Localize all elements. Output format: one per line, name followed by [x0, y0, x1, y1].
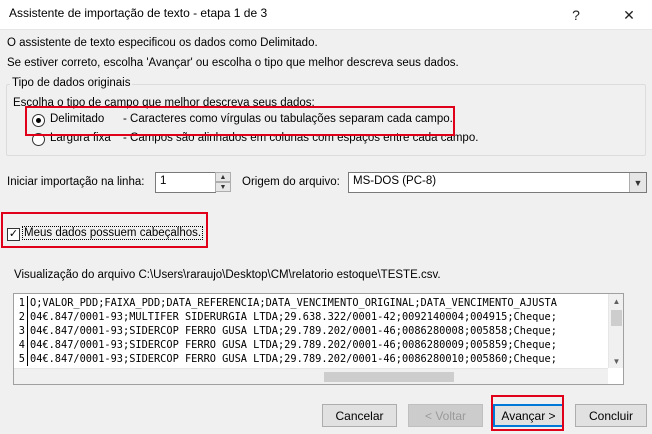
title-bar: Assistente de importação de texto - etap…: [0, 0, 652, 30]
file-preview[interactable]: 1 O;VALOR_PDD;FAIXA_PDD;DATA_REFERENCIA;…: [13, 293, 624, 385]
origin-label: Origem do arquivo:: [242, 176, 340, 188]
start-row-input[interactable]: 1: [155, 172, 216, 193]
intro-line-2: Se estiver correto, escolha 'Avançar' ou…: [7, 57, 459, 69]
group-legend: Tipo de dados originais: [10, 77, 133, 89]
preview-row-text: 04€.847/0001-93;MULTIFER SIDERURGIA LTDA…: [30, 311, 557, 323]
preview-row-number: 1: [14, 296, 28, 310]
close-button[interactable]: ✕: [606, 0, 652, 30]
chevron-down-icon: ▼: [612, 356, 621, 366]
origin-select[interactable]: MS-DOS (PC-8) ▼: [348, 172, 647, 193]
intro-line-1: O assistente de texto especificou os dad…: [7, 37, 318, 49]
horizontal-scroll-thumb[interactable]: [324, 372, 454, 382]
highlight-next: [491, 395, 564, 431]
cancel-button[interactable]: Cancelar: [322, 404, 397, 427]
spin-up-button[interactable]: ▲: [215, 172, 231, 182]
preview-row-number: 5: [14, 352, 28, 366]
preview-row-text: O;VALOR_PDD;FAIXA_PDD;DATA_REFERENCIA;DA…: [30, 297, 557, 309]
scroll-up-button[interactable]: ▲: [609, 294, 623, 308]
origin-select-value: MS-DOS (PC-8): [353, 175, 437, 187]
close-icon: ✕: [623, 6, 635, 23]
help-button[interactable]: ?: [553, 0, 599, 30]
spin-down-button[interactable]: ▼: [215, 182, 231, 192]
preview-row-number: 3: [14, 324, 28, 338]
preview-row-text: 04€.847/0001-93;SIDERCOP FERRO GUSA LTDA…: [30, 339, 557, 351]
chevron-up-icon: ▲: [612, 296, 621, 306]
vertical-scroll-thumb[interactable]: [611, 310, 622, 326]
finish-button[interactable]: Concluir: [575, 404, 647, 427]
preview-row-text: 04€.847/0001-93;SIDERCOP FERRO GUSA LTDA…: [30, 325, 557, 337]
preview-label: Visualização do arquivo C:\Users\raraujo…: [14, 269, 441, 281]
origin-dropdown-button[interactable]: ▼: [629, 173, 646, 192]
highlight-headers: [1, 212, 208, 248]
back-button[interactable]: < Voltar: [408, 404, 483, 427]
chevron-down-icon: ▼: [219, 183, 227, 191]
preview-row-text: 04€.847/0001-93;SIDERCOP FERRO GUSA LTDA…: [30, 353, 557, 365]
window-title: Assistente de importação de texto - etap…: [9, 6, 268, 20]
preview-row-number: 4: [14, 338, 28, 352]
chevron-down-icon: ▼: [633, 177, 643, 188]
chevron-up-icon: ▲: [219, 173, 227, 181]
preview-horizontal-scrollbar[interactable]: [14, 368, 608, 384]
preview-row-number: 2: [14, 310, 28, 324]
scroll-down-button[interactable]: ▼: [609, 354, 623, 368]
highlight-delimited: [25, 106, 455, 136]
help-icon: ?: [572, 7, 580, 23]
preview-vertical-scrollbar[interactable]: ▲ ▼: [608, 294, 623, 368]
preview-rows: 1 O;VALOR_PDD;FAIXA_PDD;DATA_REFERENCIA;…: [14, 294, 608, 368]
start-row-label: Iniciar importação na linha:: [7, 176, 145, 188]
